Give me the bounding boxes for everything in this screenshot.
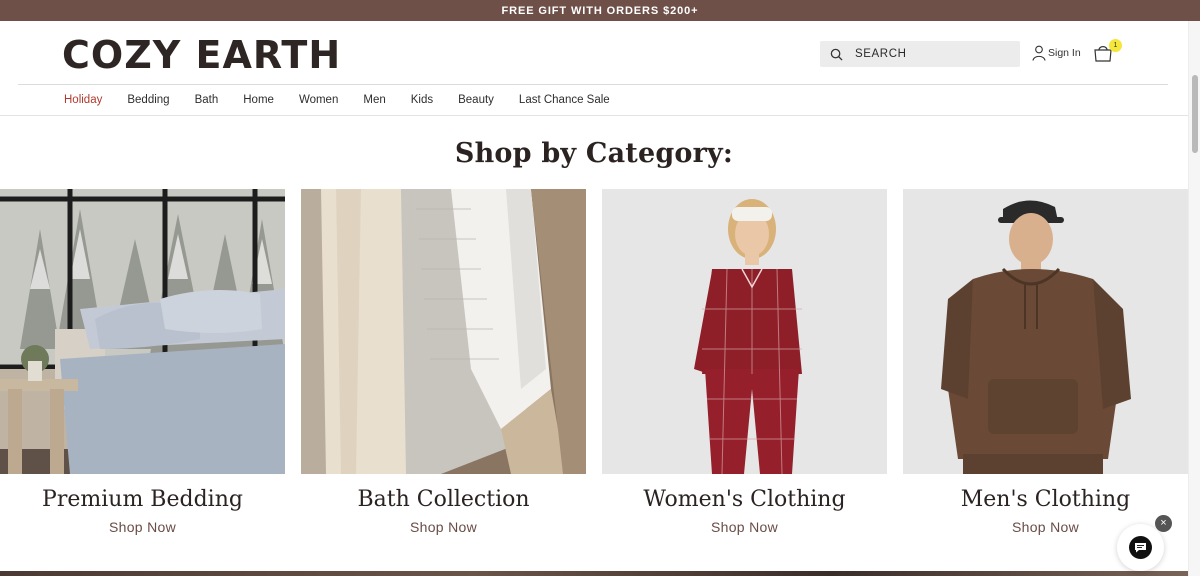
category-card-bath[interactable]: Bath Collection Shop Now — [301, 189, 586, 535]
cart-button[interactable]: 1 — [1093, 39, 1122, 65]
next-section-banner — [0, 571, 1188, 576]
site-header: COZY EARTH SEARCH Sign In 1 — [0, 21, 1200, 84]
category-card-men[interactable]: Men's Clothing Shop Now — [903, 189, 1188, 535]
scrollbar-thumb[interactable] — [1192, 75, 1198, 153]
brand-logo[interactable]: COZY EARTH — [62, 35, 341, 75]
womens-image[interactable] — [602, 189, 887, 474]
bedding-image[interactable] — [0, 189, 285, 474]
category-card-women[interactable]: Women's Clothing Shop Now — [602, 189, 887, 535]
promo-text[interactable]: FREE GIFT WITH ORDERS $200+ — [502, 5, 699, 17]
nav-item-last-chance-sale[interactable]: Last Chance Sale — [519, 94, 610, 106]
shop-now-link[interactable]: Shop Now — [301, 519, 586, 535]
sign-in-link[interactable]: Sign In — [1032, 45, 1081, 61]
main-nav: Holiday Bedding Bath Home Women Men Kids… — [0, 85, 1188, 116]
cart-count-badge: 1 — [1109, 39, 1122, 52]
nav-item-men[interactable]: Men — [363, 94, 385, 106]
user-icon — [1032, 45, 1046, 61]
search-input[interactable]: SEARCH — [820, 41, 1020, 67]
nav-item-bath[interactable]: Bath — [195, 94, 219, 106]
mens-image[interactable] — [903, 189, 1188, 474]
nav-item-home[interactable]: Home — [243, 94, 274, 106]
search-placeholder: SEARCH — [855, 48, 907, 60]
category-name[interactable]: Men's Clothing — [903, 487, 1188, 512]
nav-item-kids[interactable]: Kids — [411, 94, 433, 106]
search-icon — [830, 48, 843, 61]
section-title: Shop by Category: — [454, 138, 734, 169]
nav-item-women[interactable]: Women — [299, 94, 338, 106]
promo-bar[interactable]: FREE GIFT WITH ORDERS $200+ — [0, 0, 1200, 21]
category-card-bedding[interactable]: Premium Bedding Shop Now — [0, 189, 285, 535]
category-name[interactable]: Women's Clothing — [602, 487, 887, 512]
category-name[interactable]: Bath Collection — [301, 487, 586, 512]
nav-item-bedding[interactable]: Bedding — [127, 94, 169, 106]
shop-now-link[interactable]: Shop Now — [0, 519, 285, 535]
chat-bubble-icon — [1129, 536, 1152, 559]
nav-item-beauty[interactable]: Beauty — [458, 94, 494, 106]
nav-item-holiday[interactable]: Holiday — [64, 94, 102, 106]
category-name[interactable]: Premium Bedding — [0, 487, 285, 512]
chat-button[interactable] — [1117, 524, 1164, 571]
bath-image[interactable] — [301, 189, 586, 474]
page-scrollbar[interactable] — [1188, 21, 1200, 576]
close-icon[interactable]: × — [1155, 515, 1172, 532]
shop-now-link[interactable]: Shop Now — [602, 519, 887, 535]
sign-in-label: Sign In — [1048, 47, 1081, 59]
